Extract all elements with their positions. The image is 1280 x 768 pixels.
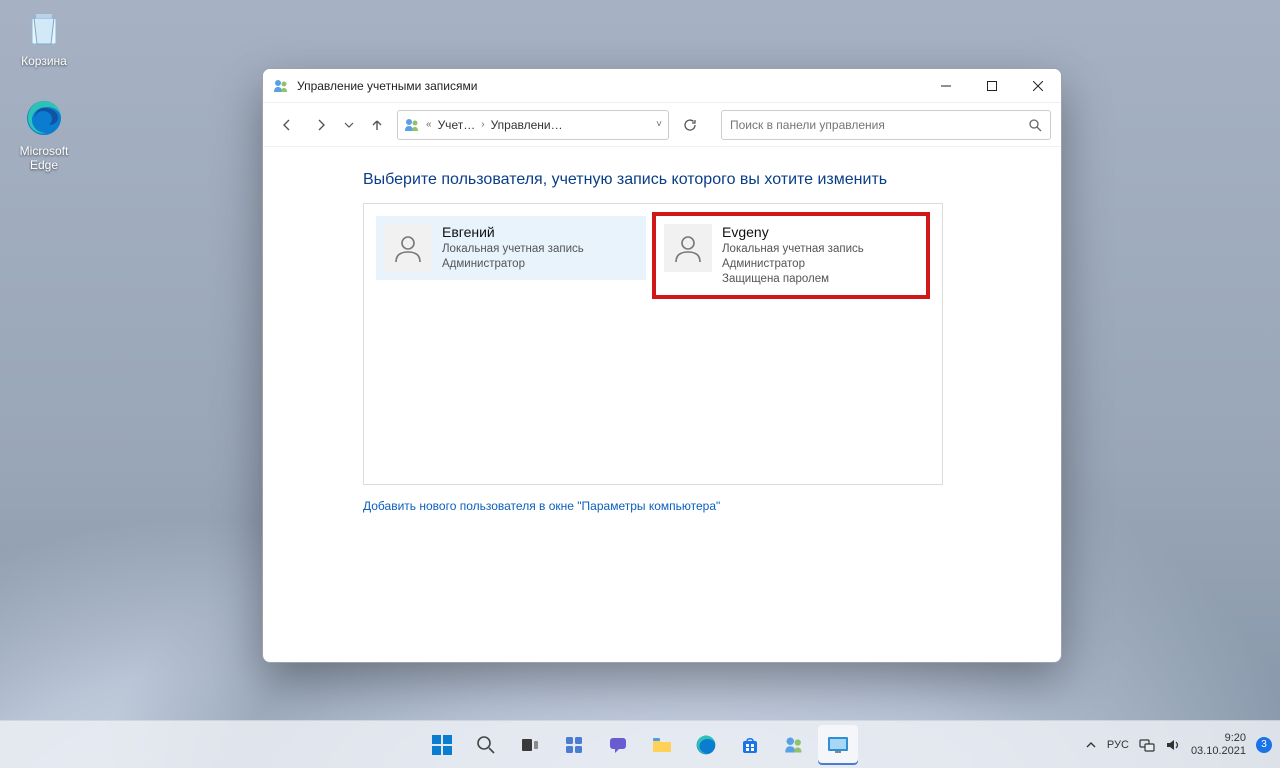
time: 9:20 — [1191, 732, 1246, 745]
taskbar-control-panel-users[interactable] — [774, 725, 814, 765]
user-role: Администратор — [722, 257, 864, 272]
content-area: Выберите пользователя, учетную запись ко… — [263, 147, 1061, 537]
recent-dropdown[interactable] — [341, 111, 357, 139]
desktop: Корзина MicrosoftEdge Управле — [0, 0, 1280, 768]
taskbar-chat[interactable] — [598, 725, 638, 765]
user-password-status: Защищена паролем — [722, 272, 864, 287]
titlebar[interactable]: Управление учетными записями — [263, 69, 1061, 103]
user-card[interactable]: Евгений Локальная учетная запись Админис… — [376, 216, 646, 280]
desktop-icon-edge[interactable]: MicrosoftEdge — [6, 96, 82, 172]
recycle-bin-icon — [22, 6, 66, 50]
taskbar-taskview[interactable] — [510, 725, 550, 765]
taskbar-widgets[interactable] — [554, 725, 594, 765]
user-name: Evgeny — [722, 224, 864, 240]
taskbar-control-panel[interactable] — [818, 725, 858, 765]
search-box[interactable] — [721, 110, 1051, 140]
user-accounts-icon — [404, 117, 420, 133]
search-input[interactable] — [730, 118, 1028, 132]
page-heading: Выберите пользователя, учетную запись ко… — [363, 171, 981, 189]
user-name: Евгений — [442, 224, 584, 240]
start-button[interactable] — [422, 725, 462, 765]
address-bar[interactable]: « Учет… › Управлени… ˅ — [397, 110, 669, 140]
network-icon[interactable] — [1139, 737, 1155, 753]
navigation-bar: « Учет… › Управлени… ˅ — [263, 103, 1061, 147]
user-card[interactable]: Evgeny Локальная учетная запись Админист… — [656, 216, 926, 295]
taskbar-explorer[interactable] — [642, 725, 682, 765]
user-type: Локальная учетная запись — [442, 242, 584, 257]
control-panel-window: Управление учетными записями — [262, 68, 1062, 663]
chevron-left-icon: « — [426, 119, 432, 130]
date: 03.10.2021 — [1191, 745, 1246, 758]
user-list: Евгений Локальная учетная запись Админис… — [363, 203, 943, 485]
add-user-link[interactable]: Добавить нового пользователя в окне "Пар… — [363, 499, 981, 513]
back-button[interactable] — [273, 111, 301, 139]
user-accounts-icon — [273, 78, 289, 94]
language-indicator[interactable]: РУС — [1107, 739, 1129, 751]
desktop-icon-label: Корзина — [6, 54, 82, 68]
desktop-icon-recycle-bin[interactable]: Корзина — [6, 6, 82, 68]
edge-icon — [22, 96, 66, 140]
avatar-icon — [664, 224, 712, 272]
forward-button[interactable] — [307, 111, 335, 139]
refresh-button[interactable] — [675, 111, 705, 139]
taskbar-store[interactable] — [730, 725, 770, 765]
user-role: Администратор — [442, 257, 584, 272]
chevron-down-icon[interactable]: ˅ — [656, 119, 662, 130]
breadcrumb-segment[interactable]: Управлени… — [491, 118, 563, 132]
desktop-icon-label: MicrosoftEdge — [6, 144, 82, 172]
up-button[interactable] — [363, 111, 391, 139]
window-title: Управление учетными записями — [297, 79, 477, 93]
maximize-button[interactable] — [969, 69, 1015, 103]
user-type: Локальная учетная запись — [722, 242, 864, 257]
taskbar-search[interactable] — [466, 725, 506, 765]
notification-badge[interactable]: 3 — [1256, 737, 1272, 753]
taskbar: РУС 9:20 03.10.2021 3 — [0, 720, 1280, 768]
system-tray: РУС 9:20 03.10.2021 3 — [1085, 732, 1272, 758]
avatar-icon — [384, 224, 432, 272]
taskbar-center — [422, 725, 858, 765]
clock[interactable]: 9:20 03.10.2021 — [1191, 732, 1246, 758]
chevron-right-icon: › — [481, 119, 484, 130]
tray-overflow[interactable] — [1085, 739, 1097, 751]
close-button[interactable] — [1015, 69, 1061, 103]
taskbar-edge[interactable] — [686, 725, 726, 765]
search-icon — [1028, 118, 1042, 132]
minimize-button[interactable] — [923, 69, 969, 103]
breadcrumb-segment[interactable]: Учет… — [438, 118, 476, 132]
volume-icon[interactable] — [1165, 737, 1181, 753]
